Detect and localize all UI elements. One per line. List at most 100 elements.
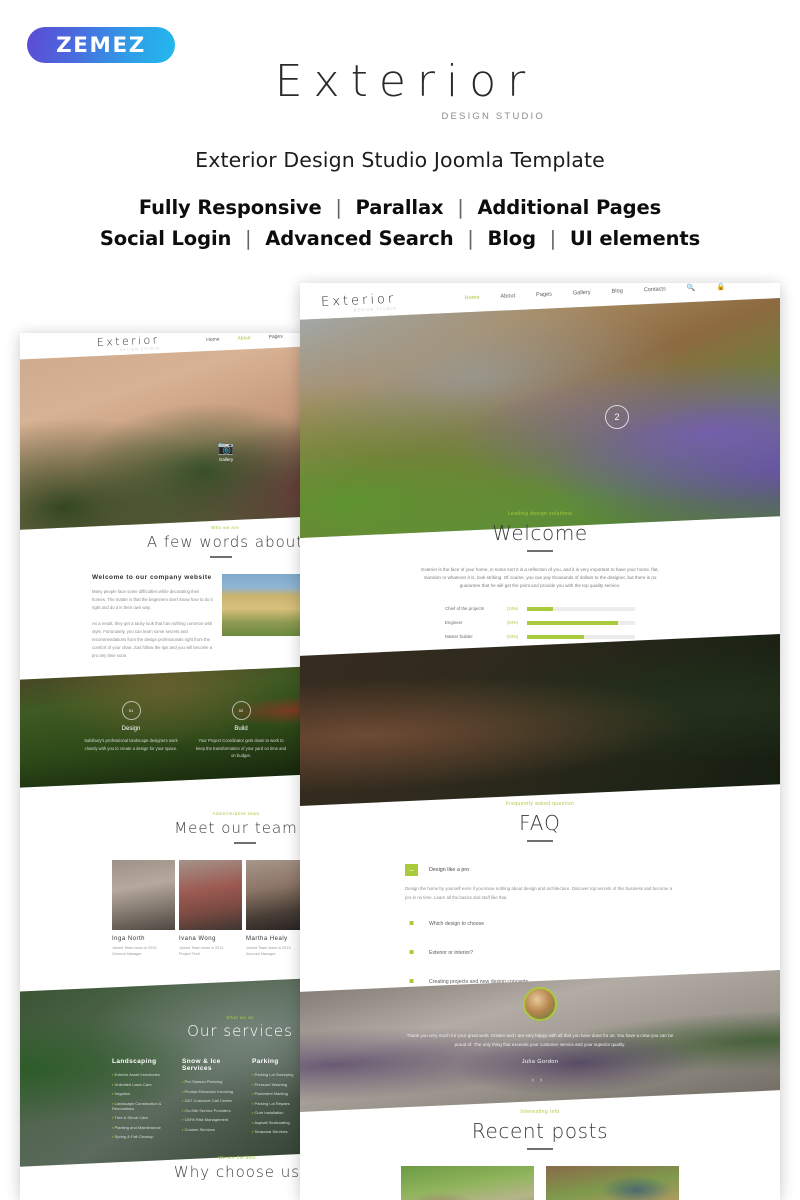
left-nav-item-pages[interactable]: Pages (269, 334, 283, 341)
feature-separator: | (549, 227, 557, 250)
bullet-icon: ▪ (252, 1110, 254, 1115)
left-about-image (222, 574, 312, 636)
team-member-card[interactable]: Inga North Joined Team team in 2010. Gen… (112, 860, 175, 956)
right-nav-item-pages[interactable]: Pages (536, 291, 552, 298)
post-card[interactable] (546, 1166, 679, 1200)
feature-separator: | (467, 227, 474, 250)
right-nav-item-about[interactable]: About (500, 293, 515, 300)
left-nav-item-home[interactable]: Home (206, 337, 220, 344)
right-nav-item-gallery[interactable]: Gallery (573, 290, 591, 297)
service-item: Landscape Construction & Renovations (112, 1100, 162, 1111)
chevron-right-icon[interactable]: › (540, 1077, 548, 1084)
faq-item-closed[interactable]: ▪ Exterior or interior? (405, 944, 675, 962)
bullet-icon: ▪ (182, 1088, 184, 1094)
right-hero-image (300, 295, 780, 541)
skill-label: Chief of the projects (445, 606, 485, 612)
posts-rule (527, 1148, 553, 1150)
team-member-card[interactable]: Ivana Wong Joined Team team in 2011. Pro… (179, 860, 242, 956)
page-subtitle: DESIGN STUDIO (441, 111, 545, 122)
left-about-paragraph-1: Many people face some difficulties while… (92, 589, 213, 610)
page-title: Exterior (274, 56, 537, 107)
left-gallery-badge-label: Gallery (218, 457, 234, 462)
team-member-name: Inga North (112, 936, 146, 942)
left-about-text-col: Welcome to our company website Many peop… (92, 574, 214, 660)
feature-item: Parallax (355, 196, 444, 219)
service-item: Pre-Season Planning (184, 1079, 223, 1084)
left-why-eyebrow: We are the best (218, 1155, 256, 1160)
team-member-photo (179, 860, 242, 930)
preview-screenshot-right[interactable]: Exterior DESIGN STUDIO Home About Pages … (300, 283, 780, 1200)
bullet-icon: ▪ (252, 1100, 254, 1106)
left-services-eyebrow: What we do (226, 1015, 254, 1020)
left-nav-links[interactable]: Home About Pages Gallery (206, 333, 312, 343)
team-member-joined: Joined Team team in 2011. (179, 946, 225, 950)
skill-label: Engineer (445, 620, 463, 626)
feature-separator: | (245, 227, 252, 250)
service-item: Seasonal Services (254, 1129, 288, 1134)
right-nav-logo[interactable]: Exterior DESIGN STUDIO (321, 291, 397, 314)
feature-separator: | (335, 196, 342, 219)
feature-list-line-1: Fully Responsive | Parallax | Additional… (0, 196, 800, 219)
service-item: Spring & Fall Cleanup (114, 1134, 154, 1139)
bullet-icon: ▪ (182, 1107, 184, 1113)
faq-rule (527, 840, 553, 842)
cart-icon[interactable]: 🔒 (716, 283, 725, 291)
right-nav-item-blog[interactable]: Blog (611, 288, 622, 295)
welcome-paragraph: Exterior is the face of your home, in so… (421, 567, 659, 589)
faq-accordion[interactable]: – Design like a pro Design the home by y… (405, 864, 675, 991)
welcome-eyebrow: Leading design solutions (507, 511, 573, 517)
left-gallery-badge[interactable]: 📷 Gallery (206, 441, 246, 462)
service-item: Parking Lot Sweeping (254, 1072, 294, 1077)
service-items: ▪ Pre-Season Planning ▪ Prompt Electroni… (182, 1079, 242, 1132)
preview-screenshot-left[interactable]: Exterior DESIGN STUDIO Home About Pages … (20, 333, 312, 1200)
team-member-photo (112, 860, 175, 930)
skill-row: Chief of the projects (24%) (445, 606, 635, 611)
left-nav-logo[interactable]: Exterior DESIGN STUDIO (97, 333, 160, 353)
left-team-eyebrow: Administrative team (212, 811, 260, 816)
feature-item: Fully Responsive (138, 196, 322, 219)
left-process-text-1: Salisbury's professional landscape desig… (84, 738, 178, 751)
left-why-title: Why choose us (173, 1163, 301, 1181)
left-about-card: Welcome to our company website Many peop… (20, 574, 312, 660)
faq-item-closed[interactable]: ▪ Which design to choose (405, 915, 675, 933)
left-about-section: Who we are A few words about Welcome to … (20, 525, 312, 660)
posts-grid (300, 1166, 780, 1200)
bullet-icon: ▪ (182, 1117, 184, 1122)
faq-title: FAQ (519, 811, 561, 835)
service-column-title: Landscaping (112, 1058, 157, 1065)
service-item: Parking Lot Repairs (254, 1100, 290, 1106)
bullet-icon: ▪ (112, 1124, 114, 1130)
welcome-rule (527, 550, 553, 552)
headline-area: Exterior DESIGN STUDIO Exterior Design S… (0, 0, 800, 251)
left-hero-image (20, 344, 312, 532)
bullet-icon: ▪ (252, 1091, 254, 1096)
bullet-icon: ▪ (112, 1134, 114, 1139)
plus-icon[interactable]: ▪ (405, 915, 418, 933)
skill-track (527, 606, 635, 611)
testimonial-quote: Thank you very much for your great work.… (406, 1033, 674, 1047)
right-nav-item-home[interactable]: Home (464, 295, 479, 302)
left-nav-item-about[interactable]: About (238, 335, 251, 342)
post-card[interactable] (401, 1166, 534, 1200)
service-item: 100% Risk Management (184, 1117, 229, 1122)
skill-fill (527, 634, 585, 639)
faq-eyebrow: Frequently asked question (505, 801, 575, 807)
left-process-text-2: Your Project Coordinator gets down to wo… (195, 738, 287, 759)
image-icon: 📷 (217, 440, 235, 455)
skill-percent: (53%) (507, 634, 519, 640)
posts-eyebrow: Interesting info (520, 1109, 560, 1115)
bullet-icon: ▪ (182, 1126, 184, 1132)
left-services-section: What we do Our services Landscaping ▪ Ex… (20, 1015, 312, 1144)
right-nav-links[interactable]: Home About Pages Gallery Blog Contacts 🔍… (464, 283, 725, 302)
right-nav-item-contacts[interactable]: Contacts (643, 286, 665, 293)
left-process-title-2: Build (234, 726, 248, 732)
faq-item-open[interactable]: – Design like a pro (405, 864, 675, 876)
testimonial-controls[interactable]: ‹› (300, 1077, 780, 1084)
minus-icon[interactable]: – (405, 864, 418, 876)
hero-slide-number: 2 (605, 405, 629, 429)
chevron-left-icon[interactable]: ‹ (532, 1077, 540, 1084)
bullet-icon: ▪ (182, 1079, 184, 1084)
service-item: Exterior Asset Inventories (114, 1072, 160, 1077)
search-icon[interactable]: 🔍 (686, 284, 695, 292)
plus-icon[interactable]: ▪ (405, 944, 418, 962)
